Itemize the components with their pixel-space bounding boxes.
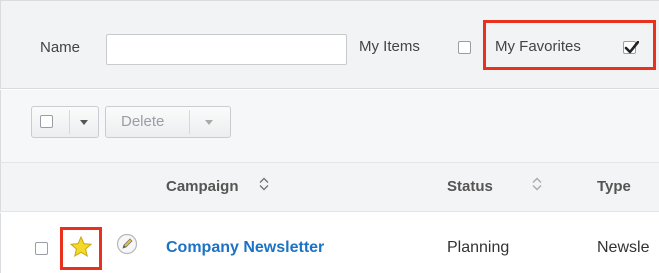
button-divider — [189, 110, 190, 134]
delete-button[interactable]: Delete — [121, 113, 164, 130]
favorite-star-highlight — [60, 227, 102, 270]
name-label: Name — [40, 39, 81, 56]
caret-down-icon[interactable] — [80, 120, 88, 125]
sort-arrows-icon[interactable] — [259, 177, 269, 191]
button-divider — [69, 110, 70, 134]
action-bar: Delete — [0, 90, 659, 162]
row-checkbox[interactable] — [35, 242, 48, 255]
name-search-input[interactable] — [106, 34, 347, 65]
status-cell: Planning — [447, 239, 510, 256]
column-header-status[interactable]: Status — [447, 178, 493, 195]
my-items-label: My Items — [359, 38, 420, 55]
column-header-campaign[interactable]: Campaign — [166, 178, 239, 195]
sort-arrows-icon[interactable] — [532, 177, 542, 191]
column-header-type[interactable]: Type — [597, 178, 631, 195]
select-all-dropdown[interactable] — [31, 106, 99, 138]
my-favorites-highlight — [483, 20, 656, 70]
filter-panel: Name My Items My Favorites — [0, 0, 659, 89]
type-cell: Newsle — [597, 239, 650, 256]
caret-down-icon[interactable] — [205, 120, 213, 125]
campaign-link[interactable]: Company Newsletter — [166, 239, 324, 257]
select-all-checkbox[interactable] — [40, 115, 53, 128]
my-items-checkbox[interactable] — [458, 41, 471, 54]
delete-button-group[interactable]: Delete — [105, 106, 231, 138]
pencil-icon[interactable] — [116, 233, 138, 255]
list-header: Campaign Status Type — [0, 162, 659, 212]
table-row: Company Newsletter Planning Newsle — [0, 213, 659, 273]
